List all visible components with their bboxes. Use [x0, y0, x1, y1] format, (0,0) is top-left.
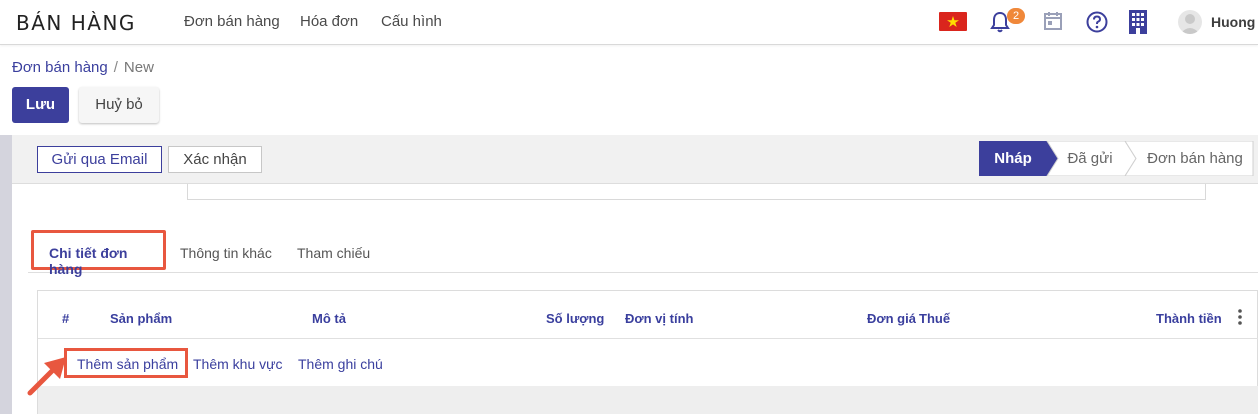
- discard-button[interactable]: Huỷ bỏ: [79, 87, 159, 123]
- column-header-taxes[interactable]: Thuế: [919, 311, 950, 326]
- menu-item-configuration[interactable]: Cấu hình: [381, 13, 442, 30]
- column-header-product[interactable]: Sản phẩm: [110, 311, 172, 326]
- column-header-unit-price[interactable]: Đơn giá: [867, 311, 916, 326]
- tab-references[interactable]: Tham chiếu: [297, 245, 370, 261]
- breadcrumb: Đơn bán hàng / New: [12, 59, 154, 76]
- form-field-box: [187, 184, 1206, 200]
- breadcrumb-parent[interactable]: Đơn bán hàng: [12, 59, 108, 76]
- column-options-icon[interactable]: [1238, 309, 1242, 328]
- table-header-divider: [38, 338, 1258, 339]
- breadcrumb-separator: /: [113, 59, 118, 76]
- add-section-link[interactable]: Thêm khu vực: [193, 356, 283, 372]
- annotation-arrow-icon: [26, 351, 70, 400]
- menu-item-invoices[interactable]: Hóa đơn: [300, 13, 358, 30]
- tab-order-details-label: Chi tiết đơn hàng: [49, 245, 128, 277]
- breadcrumb-current: New: [123, 59, 154, 76]
- tab-other-info[interactable]: Thông tin khác: [180, 245, 272, 261]
- column-header-subtotal[interactable]: Thành tiền: [1156, 311, 1222, 326]
- tab-order-details[interactable]: Chi tiết đơn hàng: [31, 230, 166, 277]
- column-header-uom[interactable]: Đơn vị tính: [625, 311, 693, 326]
- user-name[interactable]: Huong I: [1211, 14, 1258, 30]
- top-navbar: BÁN HÀNG Đơn bán hàng Hóa đơn Cấu hình 2…: [0, 0, 1258, 45]
- order-lines-table: # Sản phẩm Mô tả Số lượng Đơn vị tính Đơ…: [37, 290, 1258, 414]
- table-footer: [38, 386, 1258, 414]
- company-icon[interactable]: [1128, 9, 1148, 38]
- tabs-divider: [28, 272, 1258, 273]
- column-header-description[interactable]: Mô tả: [312, 311, 346, 326]
- form-left-edge: [0, 135, 12, 414]
- notification-badge: 2: [1007, 8, 1025, 24]
- column-header-quantity[interactable]: Số lượng: [546, 311, 604, 326]
- menu-item-sale-orders[interactable]: Đơn bán hàng: [184, 13, 280, 30]
- column-header-index: #: [62, 311, 70, 326]
- help-icon[interactable]: [1086, 11, 1108, 36]
- stage-sent[interactable]: Đã gửi: [1055, 141, 1125, 176]
- vietnam-flag-icon[interactable]: [939, 12, 967, 31]
- send-email-button[interactable]: Gửi qua Email: [37, 146, 162, 173]
- stage-sale-order[interactable]: Đơn bán hàng: [1137, 141, 1253, 176]
- calendar-icon[interactable]: [1043, 11, 1063, 34]
- add-note-link[interactable]: Thêm ghi chú: [298, 356, 383, 372]
- avatar[interactable]: [1178, 10, 1202, 34]
- save-button[interactable]: Lưu: [12, 87, 69, 123]
- stage-draft[interactable]: Nháp: [979, 141, 1047, 176]
- add-product-link[interactable]: Thêm sản phẩm: [77, 356, 178, 372]
- confirm-button[interactable]: Xác nhận: [168, 146, 262, 173]
- app-title[interactable]: BÁN HÀNG: [16, 11, 136, 35]
